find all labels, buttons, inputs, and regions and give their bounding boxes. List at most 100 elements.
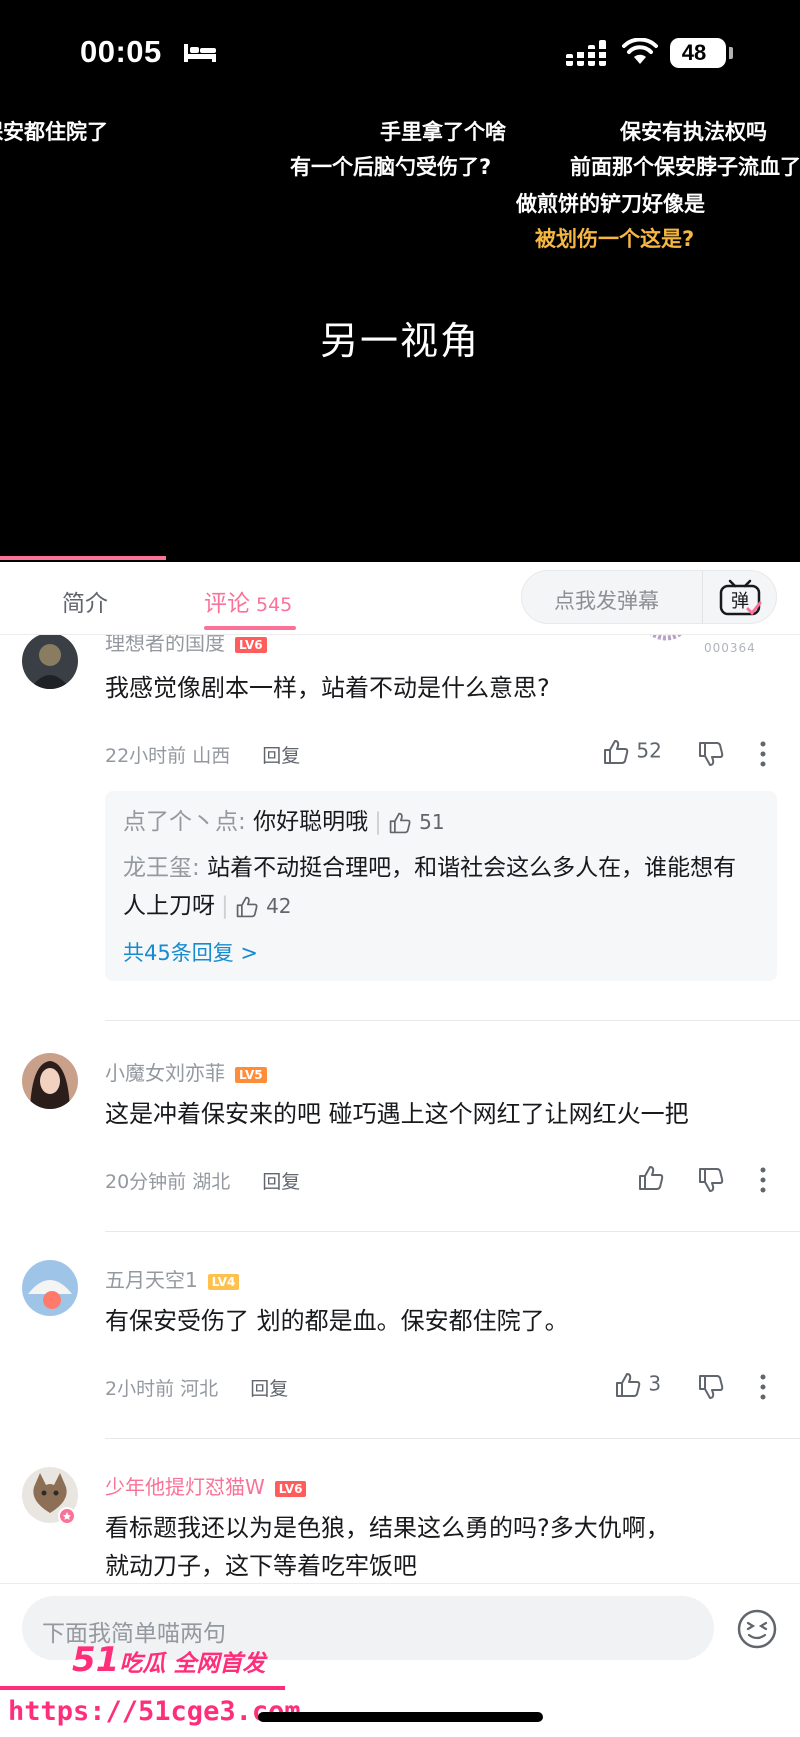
comment-item: 理想者的国度 LV6 000364 我感觉像剧本一样，站着不动是什么意思? 22小…: [0, 635, 800, 1021]
danmaku-toggle-icon[interactable]: 弹: [714, 577, 766, 619]
tab-intro[interactable]: 简介: [62, 584, 108, 618]
sub-reply-likes: 42: [266, 894, 292, 918]
comment-list[interactable]: 理想者的国度 LV6 000364 我感觉像剧本一样，站着不动是什么意思? 22小…: [0, 635, 800, 1583]
status-bar: 00:05 48: [0, 0, 800, 100]
comment-location: 河北: [180, 1378, 219, 1400]
sub-reply-username[interactable]: 龙王玺: [123, 855, 192, 881]
comment-divider: [105, 1438, 800, 1439]
username-text: 小魔女刘亦菲: [105, 1061, 225, 1085]
comment-input-bar: 下面我简单喵两句 51吃瓜 全网首发 https://51cge3.com: [0, 1583, 800, 1737]
danmaku-item: 前面那个保安脖子流血了: [570, 155, 800, 179]
username-text: 少年他提灯怼猫W: [105, 1475, 265, 1499]
comment-item: 五月天空1 LV4 有保安受伤了 划的都是血。保安都住院了。 2小时前 河北 回复…: [0, 1260, 800, 1450]
tab-comments-label: 评论: [204, 591, 250, 617]
comment-item: 小魔女刘亦菲 LV5 这是冲着保安来的吧 碰巧遇上这个网红了让网红火一把 20分钟…: [0, 1053, 800, 1243]
more-options-icon[interactable]: [759, 1167, 767, 1193]
thumbs-down-icon[interactable]: [697, 740, 725, 768]
like-count: 52: [636, 738, 662, 763]
thumbs-down-icon[interactable]: [697, 1166, 725, 1194]
sub-reply-text: 站着不动挺合理吧，和谐社会这么多人在，谁能想有人上刀呀: [123, 855, 737, 919]
danmaku-item: 有一个后脑勺受伤了?: [290, 155, 492, 179]
watermark-brand: 51吃瓜 全网首发: [72, 1640, 265, 1680]
comment-text[interactable]: 这是冲着保安来的吧 碰巧遇上这个网红了让网红火一把: [105, 1095, 778, 1133]
more-options-icon[interactable]: [759, 741, 767, 767]
watermark-brand-number: 51: [72, 1640, 120, 1680]
thumbs-up-icon[interactable]: [235, 895, 259, 919]
cellular-signal-icon: [566, 40, 608, 66]
video-title: 另一视角: [319, 319, 480, 363]
comment-meta: 22小时前 山西 回复: [105, 741, 300, 768]
comment-username[interactable]: 小魔女刘亦菲 LV5: [105, 1057, 267, 1086]
view-all-replies-link[interactable]: 共45条回复 >: [123, 937, 258, 967]
comment-text[interactable]: 我感觉像剧本一样，站着不动是什么意思?: [105, 669, 778, 707]
battery-level: 48: [681, 40, 707, 65]
sub-reply: 点了个丶点: 你好聪明哦 | 51: [123, 809, 445, 835]
danmaku-item: 保安有执法权吗: [620, 120, 767, 144]
battery-indicator: 48: [670, 38, 726, 68]
sub-reply-text: 你好聪明哦: [253, 809, 369, 835]
watermark-url: https://51cge3.com: [8, 1696, 301, 1727]
comment-time: 20分钟前: [105, 1171, 187, 1193]
username-text: 五月天空1: [105, 1268, 198, 1292]
like-button[interactable]: 52: [602, 738, 662, 766]
comment-item: 少年他提灯怼猫W LV6 看标题我还以为是色狼，结果这么勇的吗?多大仇啊，就动刀子…: [0, 1467, 800, 1583]
comment-divider: [105, 1020, 800, 1021]
divider: [702, 571, 703, 623]
danmaku-icon-glyph: 弹: [731, 591, 749, 612]
danmaku-item: 保安都住院了: [0, 120, 108, 144]
vip-badge-icon: [58, 1507, 76, 1525]
thumbs-down-icon[interactable]: [697, 1373, 725, 1401]
comment-location: 湖北: [192, 1171, 231, 1193]
battery-nub: [729, 47, 733, 59]
sleep-bed-icon: [184, 44, 216, 62]
avatar[interactable]: [22, 1053, 78, 1109]
danmaku-placeholder: 点我发弹幕: [554, 589, 659, 613]
level-badge: LV4: [207, 1273, 240, 1290]
avatar[interactable]: [22, 1260, 78, 1316]
comment-username[interactable]: 五月天空1 LV4: [105, 1264, 240, 1293]
danmaku-item: 被划伤一个这是?: [535, 227, 695, 251]
video-progress-bar[interactable]: [0, 556, 166, 560]
reply-button[interactable]: 回复: [250, 1378, 288, 1400]
thumbs-up-icon: [604, 740, 629, 764]
reply-button[interactable]: 回复: [262, 1171, 300, 1193]
comment-meta: 20分钟前 湖北 回复: [105, 1167, 300, 1194]
home-indicator[interactable]: [258, 1712, 543, 1722]
sub-reply-username[interactable]: 点了个丶点: [123, 809, 238, 835]
comment-username[interactable]: 理想者的国度 LV6: [105, 635, 267, 656]
comment-meta: 2小时前 河北 回复: [105, 1374, 288, 1401]
more-options-icon[interactable]: [759, 1374, 767, 1400]
fan-badge-number: 000364: [704, 641, 756, 655]
tab-comments[interactable]: 评论 545: [204, 584, 292, 618]
sub-reply: 龙王玺: 站着不动挺合理吧，和谐社会这么多人在，谁能想有人上刀呀 | 42: [123, 855, 737, 919]
comment-text[interactable]: 有保安受伤了 划的都是血。保安都住院了。: [105, 1302, 778, 1340]
level-badge: LV6: [274, 1480, 307, 1497]
status-time: 00:05: [80, 34, 162, 69]
sub-reply-likes: 51: [419, 810, 445, 834]
video-player[interactable]: 00:05 48 保安都住院了 手里拿了个啥 保安有执法权吗 有一个后脑勺受伤了…: [0, 0, 800, 562]
level-badge: LV5: [235, 1066, 267, 1083]
thumbs-up-icon: [639, 1166, 664, 1190]
emoji-icon[interactable]: [736, 1608, 778, 1650]
comment-username[interactable]: 少年他提灯怼猫W LV6: [105, 1471, 307, 1500]
comment-time: 2小时前: [105, 1378, 175, 1400]
thumbs-up-icon[interactable]: [388, 811, 412, 835]
comment-text[interactable]: 看标题我还以为是色狼，结果这么勇的吗?多大仇啊，就动刀子，这下等着吃牢饭吧: [105, 1509, 690, 1583]
comments-count: 545: [256, 594, 293, 616]
danmaku-item: 做煎饼的铲刀好像是: [516, 192, 705, 216]
danmaku-item: 手里拿了个啥: [380, 120, 506, 144]
reply-button[interactable]: 回复: [262, 745, 300, 767]
wifi-icon: [622, 38, 658, 64]
like-button[interactable]: 3: [614, 1371, 661, 1399]
active-tab-indicator: [204, 626, 296, 630]
tab-bar: 简介 评论 545 点我发弹幕 弹: [0, 562, 800, 635]
sub-replies-box[interactable]: 点了个丶点: 你好聪明哦 | 51 龙王玺: 站着不动挺合理吧，和谐社会这么多人在…: [105, 791, 777, 981]
username-text: 理想者的国度: [105, 635, 225, 655]
like-count: 3: [648, 1371, 662, 1396]
comment-time: 22小时前: [105, 745, 187, 767]
avatar[interactable]: [22, 635, 78, 689]
like-button[interactable]: [637, 1164, 665, 1192]
send-danmaku-button[interactable]: 点我发弹幕 弹: [521, 570, 777, 624]
level-badge: LV6: [235, 636, 267, 653]
thumbs-up-icon: [616, 1373, 641, 1397]
